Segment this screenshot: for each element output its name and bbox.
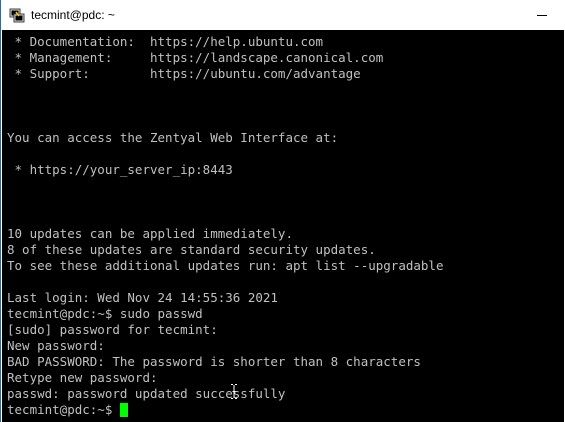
minimize-button[interactable] xyxy=(519,0,565,30)
terminal-line: tecmint@pdc:~$ sudo passwd xyxy=(7,306,203,321)
title-bar[interactable]: tecmint@pdc: ~ xyxy=(1,0,565,30)
window-title: tecmint@pdc: ~ xyxy=(31,8,115,22)
terminal-line: Retype new password: xyxy=(7,370,158,385)
terminal-line: * Support: https://ubuntu.com/advantage xyxy=(7,66,361,81)
terminal-line: 8 of these updates are standard security… xyxy=(7,242,376,257)
terminal-line: * Management: https://landscape.canonica… xyxy=(7,50,384,65)
terminal-line: Last login: Wed Nov 24 14:55:36 2021 xyxy=(7,290,278,305)
terminal-line: * https://your_server_ip:8443 xyxy=(7,162,233,177)
terminal-line: passwd: password updated successfully xyxy=(7,386,286,401)
terminal-window: tecmint@pdc: ~ * Documentation: https://… xyxy=(0,0,565,422)
terminal-output: * Documentation: https://help.ubuntu.com… xyxy=(7,34,444,418)
terminal-line: BAD PASSWORD: The password is shorter th… xyxy=(7,354,421,369)
terminal-prompt-line[interactable]: tecmint@pdc:~$ xyxy=(7,402,444,418)
terminal-line: 10 updates can be applied immediately. xyxy=(7,226,293,241)
terminal-line: You can access the Zentyal Web Interface… xyxy=(7,130,339,145)
mouse-ibeam-icon xyxy=(231,384,237,399)
terminal-screen[interactable]: * Documentation: https://help.ubuntu.com… xyxy=(2,30,564,422)
terminal-line: New password: xyxy=(7,338,105,353)
minimize-icon xyxy=(537,15,547,16)
shell-prompt: tecmint@pdc:~$ xyxy=(7,402,120,417)
terminal-line: * Documentation: https://help.ubuntu.com xyxy=(7,34,324,49)
text-cursor xyxy=(119,403,128,417)
putty-terminal-icon[interactable] xyxy=(9,7,25,23)
terminal-line: [sudo] password for tecmint: xyxy=(7,322,218,337)
terminal-line: To see these additional updates run: apt… xyxy=(7,258,444,273)
